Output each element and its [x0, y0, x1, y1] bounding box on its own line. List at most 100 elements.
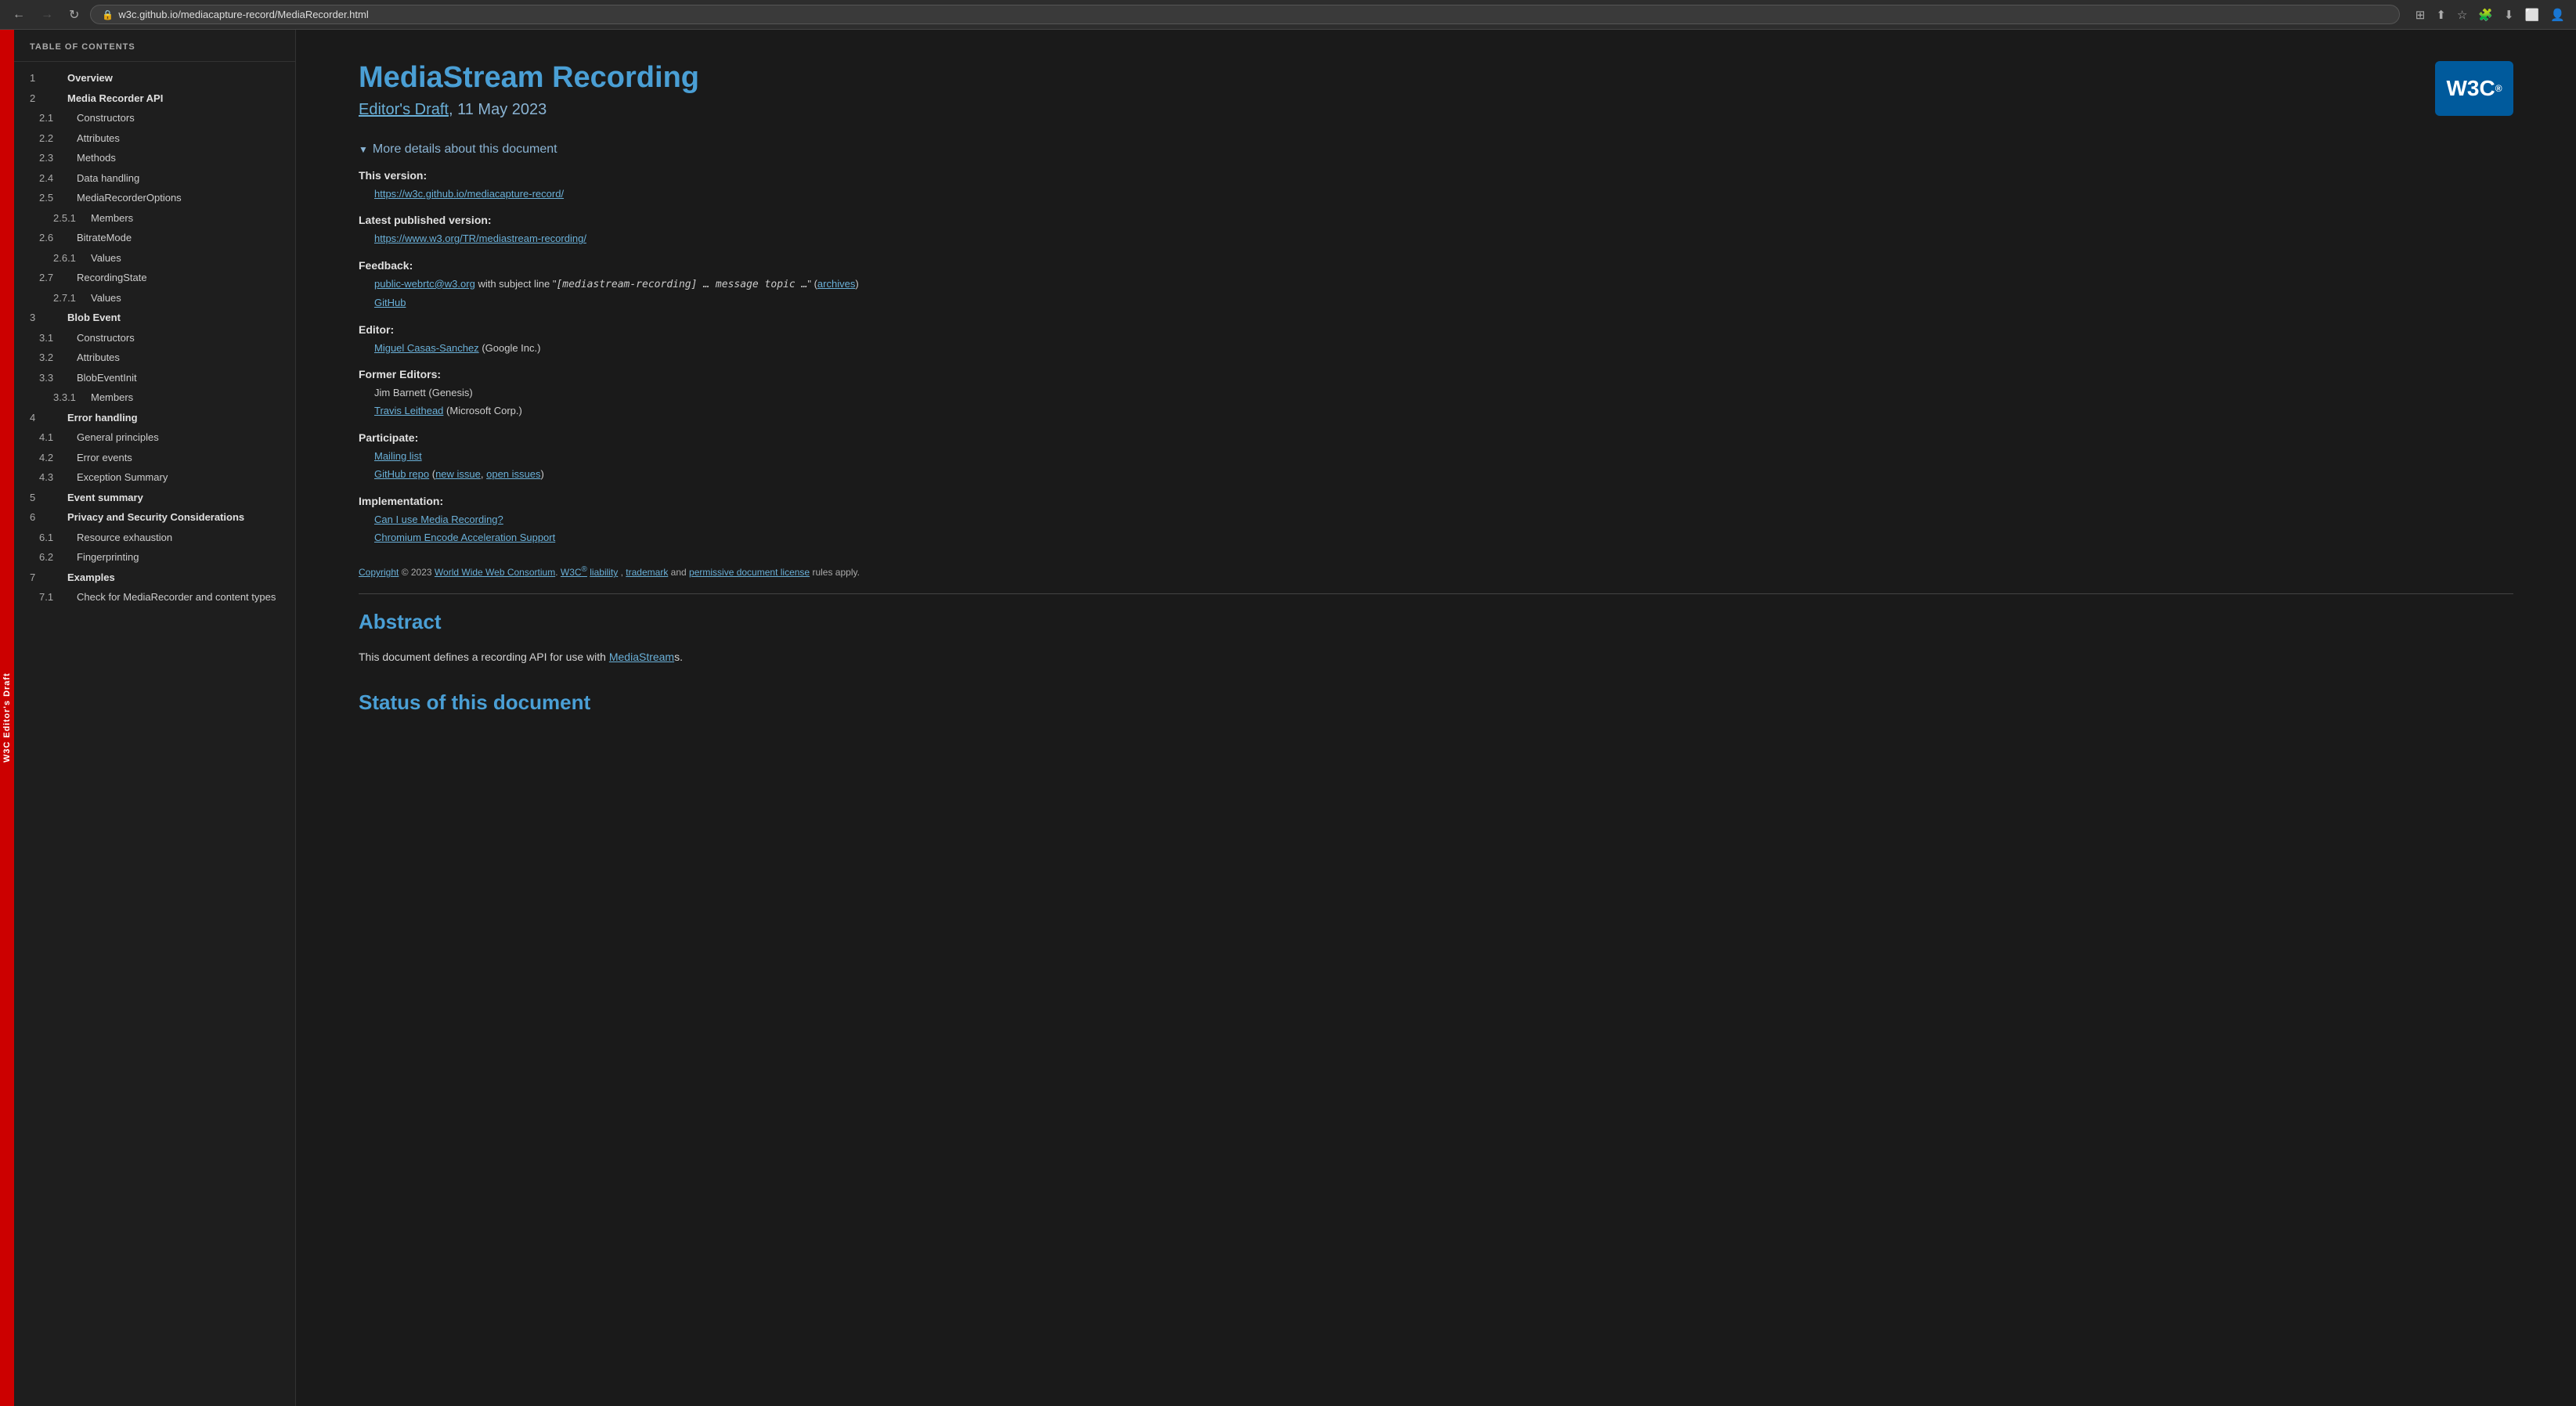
- doc-title: MediaStream Recording: [359, 61, 699, 95]
- toc-item[interactable]: 6Privacy and Security Considerations: [14, 507, 295, 528]
- address-bar[interactable]: 🔒 w3c.github.io/mediacapture-record/Medi…: [90, 5, 2399, 24]
- profile-button[interactable]: 👤: [2547, 6, 2568, 23]
- toc-item-label: Event summary: [67, 490, 143, 506]
- liability-link[interactable]: liability: [590, 567, 618, 578]
- toc-item[interactable]: 4Error handling: [14, 408, 295, 428]
- toc-item-num: 1: [30, 70, 58, 86]
- trademark-link[interactable]: trademark: [626, 567, 668, 578]
- feedback-archives-link[interactable]: archives: [817, 278, 855, 290]
- impl-link1[interactable]: Can I use Media Recording?: [374, 514, 503, 525]
- toc-item-num: 2: [30, 91, 58, 106]
- editor-name-link[interactable]: Miguel Casas-Sanchez: [374, 342, 479, 354]
- toc-item-num: 2.4: [39, 171, 67, 186]
- extensions-button[interactable]: ⊞: [2412, 6, 2429, 23]
- w3c-logo: W3C®: [2435, 61, 2513, 116]
- latest-version-link[interactable]: https://www.w3.org/TR/mediastream-record…: [374, 233, 586, 244]
- toc-item-num: 6.2: [39, 550, 67, 565]
- app-layout: W3C Editor's Draft TABLE OF CONTENTS 1Ov…: [0, 30, 2576, 1406]
- abstract-text-start: This document defines a recording API fo…: [359, 651, 606, 663]
- copyright-link[interactable]: Copyright: [359, 567, 399, 578]
- copyright-org-link[interactable]: World Wide Web Consortium: [435, 567, 555, 578]
- toc-item-label: Values: [91, 290, 121, 306]
- toc-item-label: Check for MediaRecorder and content type…: [77, 589, 276, 605]
- abstract-text: This document defines a recording API fo…: [359, 648, 2513, 667]
- toc-item[interactable]: 2.7.1Values: [14, 288, 295, 308]
- toc-item-num: 3.1: [39, 330, 67, 346]
- toc-item-num: 3: [30, 310, 58, 326]
- share-button[interactable]: ⬆: [2433, 6, 2449, 23]
- mailing-list-link[interactable]: Mailing list: [374, 450, 422, 462]
- toc-item[interactable]: 3.2Attributes: [14, 348, 295, 368]
- open-issues-link[interactable]: open issues: [486, 468, 540, 480]
- participate-row: Participate: Mailing list GitHub repo (n…: [359, 431, 2513, 484]
- this-version-value: https://w3c.github.io/mediacapture-recor…: [359, 185, 2513, 203]
- toc-item[interactable]: 5 Event summary: [14, 488, 295, 508]
- mediastream-link[interactable]: MediaStream: [609, 651, 674, 663]
- toc-item-num: 2.6: [39, 230, 67, 246]
- feedback-subject: [mediastream-recording] … message topic …: [556, 279, 807, 290]
- new-issue-link[interactable]: new issue: [435, 468, 481, 480]
- toc-sidebar: TABLE OF CONTENTS 1Overview2Media Record…: [14, 30, 296, 1406]
- former-editor2-link[interactable]: Travis Leithead: [374, 405, 443, 416]
- toc-item[interactable]: 7.1 Check for MediaRecorder and content t…: [14, 587, 295, 607]
- toc-item[interactable]: 2.5.1Members: [14, 208, 295, 229]
- toc-item[interactable]: 2.5MediaRecorderOptions: [14, 188, 295, 208]
- latest-version-row: Latest published version: https://www.w3…: [359, 214, 2513, 247]
- puzzle-button[interactable]: 🧩: [2475, 6, 2496, 23]
- toc-item-label: Privacy and Security Considerations: [67, 510, 244, 525]
- details-toggle[interactable]: More details about this document: [359, 142, 2513, 157]
- toc-item-label: BlobEventInit: [77, 370, 137, 386]
- toc-item[interactable]: 2.3Methods: [14, 148, 295, 168]
- browser-chrome: ← → ↻ 🔒 w3c.github.io/mediacapture-recor…: [0, 0, 2576, 30]
- editor-org: (Google Inc.): [482, 342, 540, 354]
- w3c-link[interactable]: W3C®: [561, 567, 587, 578]
- toc-item[interactable]: 3 Blob Event: [14, 308, 295, 328]
- toc-item[interactable]: 6.1Resource exhaustion: [14, 528, 295, 548]
- download-button[interactable]: ⬇: [2501, 6, 2517, 23]
- toc-item-label: BitrateMode: [77, 230, 132, 246]
- toc-item[interactable]: 4.2Error events: [14, 448, 295, 468]
- toc-item-num: 5: [30, 490, 58, 506]
- toc-item-label: RecordingState: [77, 270, 147, 286]
- toc-item[interactable]: 4.3Exception Summary: [14, 467, 295, 488]
- toc-item-label: Blob Event: [67, 310, 121, 326]
- toc-item[interactable]: 2.7RecordingState: [14, 268, 295, 288]
- w3c-sup: ®: [582, 565, 587, 574]
- editor-label: Editor:: [359, 323, 2513, 336]
- this-version-row: This version: https://w3c.github.io/medi…: [359, 169, 2513, 203]
- toc-item[interactable]: 7Examples: [14, 568, 295, 588]
- former-editors-value: Jim Barnett (Genesis) Travis Leithead (M…: [359, 384, 2513, 420]
- toc-item[interactable]: 3.3.1Members: [14, 388, 295, 408]
- license-link[interactable]: permissive document license: [689, 567, 810, 578]
- toc-item-label: Fingerprinting: [77, 550, 139, 565]
- toc-item[interactable]: 3.1Constructors: [14, 328, 295, 348]
- this-version-link[interactable]: https://w3c.github.io/mediacapture-recor…: [374, 188, 564, 200]
- feedback-value: public-webrtc@w3.org with subject line "…: [359, 275, 2513, 312]
- editor-row: Editor: Miguel Casas-Sanchez (Google Inc…: [359, 323, 2513, 357]
- abstract-section: Abstract This document defines a recordi…: [359, 610, 2513, 667]
- feedback-github-link[interactable]: GitHub: [374, 297, 406, 308]
- reload-button[interactable]: ↻: [64, 5, 84, 24]
- toc-item[interactable]: 6.2 Fingerprinting: [14, 547, 295, 568]
- toc-item[interactable]: 2.4Data handling: [14, 168, 295, 189]
- toc-item[interactable]: 2.6.1Values: [14, 248, 295, 269]
- impl-link2[interactable]: Chromium Encode Acceleration Support: [374, 532, 555, 543]
- github-repo-link[interactable]: GitHub repo: [374, 468, 429, 480]
- back-button[interactable]: ←: [8, 6, 30, 23]
- toc-item[interactable]: 2Media Recorder API: [14, 88, 295, 109]
- feedback-email-link[interactable]: public-webrtc@w3.org: [374, 278, 475, 290]
- toc-item[interactable]: 3.3BlobEventInit: [14, 368, 295, 388]
- bookmark-button[interactable]: ☆: [2454, 6, 2470, 23]
- window-button[interactable]: ⬜: [2522, 6, 2543, 23]
- forward-button[interactable]: →: [36, 6, 58, 23]
- toc-item[interactable]: 4.1General principles: [14, 427, 295, 448]
- w3c-editor-tab[interactable]: W3C Editor's Draft: [0, 30, 14, 1406]
- toc-item[interactable]: 2.6 BitrateMode: [14, 228, 295, 248]
- toc-item[interactable]: 1Overview: [14, 68, 295, 88]
- toc-item-num: 7.1: [39, 589, 67, 605]
- draft-link[interactable]: Editor's Draft: [359, 101, 449, 118]
- copyright-and2: and: [671, 567, 689, 578]
- toc-item[interactable]: 2.1Constructors: [14, 108, 295, 128]
- toc-item-num: 4.2: [39, 450, 67, 466]
- toc-item[interactable]: 2.2Attributes: [14, 128, 295, 149]
